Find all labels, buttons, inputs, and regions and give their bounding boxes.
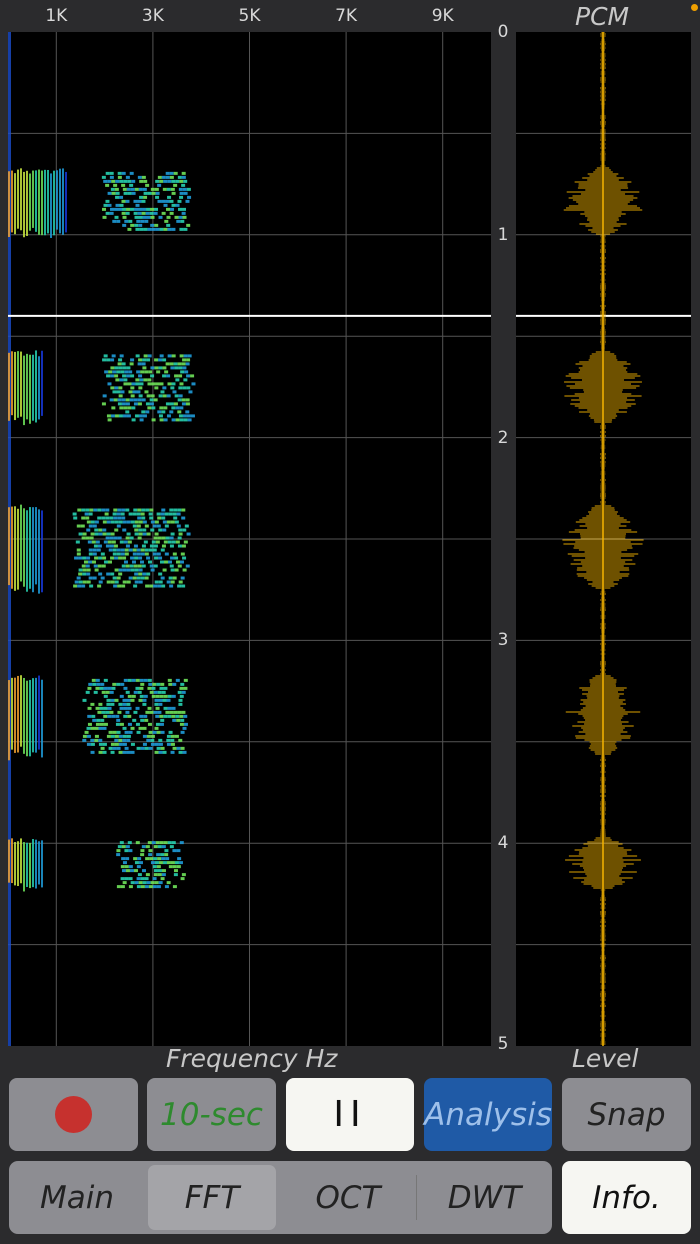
time-tick-label: 1 [497,224,509,245]
mode-segmented-control[interactable]: Main FFT OCT DWT [9,1161,552,1234]
record-button[interactable] [9,1078,138,1151]
level-axis-title: Level [572,1044,639,1073]
analysis-button[interactable]: Analysis [424,1078,552,1151]
spectrogram-canvas [8,32,491,1046]
frequency-tick-label: 7K [335,6,358,26]
frequency-tick-label: 3K [141,6,164,26]
record-icon [55,1096,92,1133]
tab-oct[interactable]: OCT [280,1161,416,1234]
tab-dwt[interactable]: DWT [417,1161,552,1234]
frequency-tick-label: 5K [238,6,261,26]
tab-main-label: Main [39,1179,114,1216]
duration-button[interactable]: 10-sec [147,1078,276,1151]
tab-fft[interactable]: FFT [148,1165,276,1230]
duration-label: 10-sec [160,1096,263,1133]
spectrogram-event [8,168,192,238]
info-button[interactable]: Info. [562,1161,691,1234]
tab-oct-label: OCT [315,1179,381,1216]
frequency-tick-label: 9K [431,6,454,26]
spectrogram-event [8,838,186,892]
pause-button[interactable]: II [286,1078,414,1151]
pause-icon: II [333,1094,367,1135]
frequency-tick-label: 1K [45,6,68,26]
frequency-axis-title: Frequency Hz [166,1044,338,1073]
spectrogram-event [8,504,191,594]
pcm-waveform [516,32,691,1046]
snap-label: Snap [587,1096,666,1133]
time-tick-label: 3 [497,630,509,651]
tab-main[interactable]: Main [9,1161,145,1234]
info-label: Info. [592,1179,661,1216]
pcm-title: PCM [575,2,630,31]
analysis-label: Analysis [424,1096,552,1133]
status-indicator [691,4,698,11]
tab-fft-label: FFT [184,1179,240,1216]
spectrogram-panel[interactable] [8,32,491,1046]
time-tick-label: 5 [497,1034,509,1054]
pcm-panel[interactable] [516,32,691,1046]
spectrogram-event [8,675,188,761]
snap-button[interactable]: Snap [562,1078,691,1151]
time-tick-label: 4 [497,833,509,854]
tab-dwt-label: DWT [447,1179,522,1216]
time-tick-label: 0 [497,22,509,42]
time-tick-label: 2 [497,427,509,448]
spectrogram-event [8,350,196,426]
